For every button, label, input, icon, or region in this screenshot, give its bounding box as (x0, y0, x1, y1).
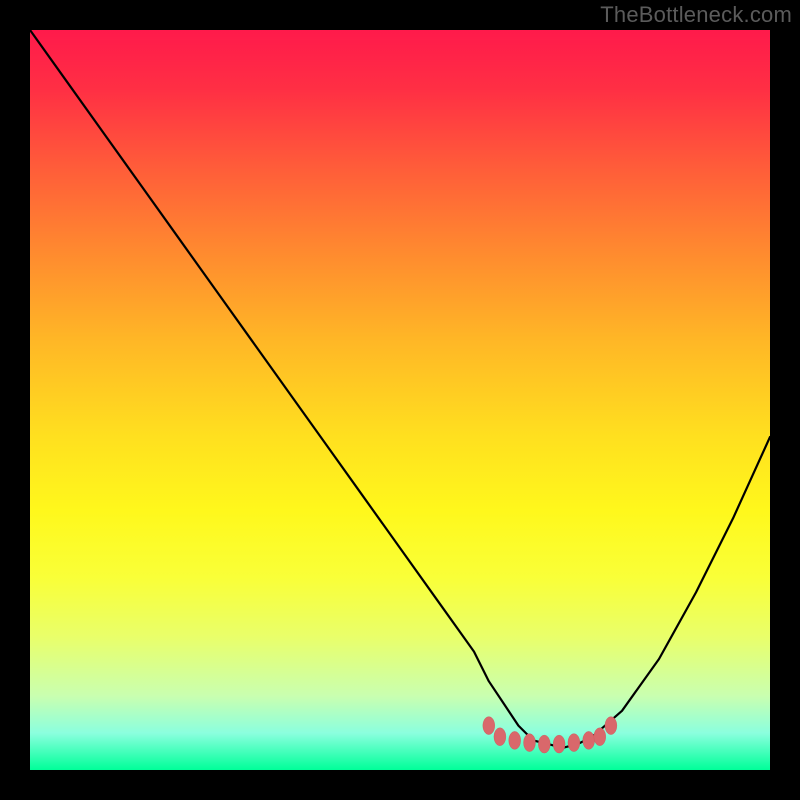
optimal-marker (568, 734, 580, 752)
optimal-marker (483, 717, 495, 735)
optimal-marker (509, 731, 521, 749)
optimal-marker (553, 735, 565, 753)
bottleneck-curve (30, 30, 770, 748)
chart-frame: TheBottleneck.com (0, 0, 800, 800)
chart-svg (30, 30, 770, 770)
optimal-marker (605, 717, 617, 735)
plot-area (30, 30, 770, 770)
watermark-label: TheBottleneck.com (600, 2, 792, 28)
optimal-marker (538, 735, 550, 753)
optimal-marker (524, 734, 536, 752)
optimal-marker (583, 731, 595, 749)
optimal-marker (494, 728, 506, 746)
optimal-marker (594, 728, 606, 746)
optimal-markers (483, 717, 617, 754)
